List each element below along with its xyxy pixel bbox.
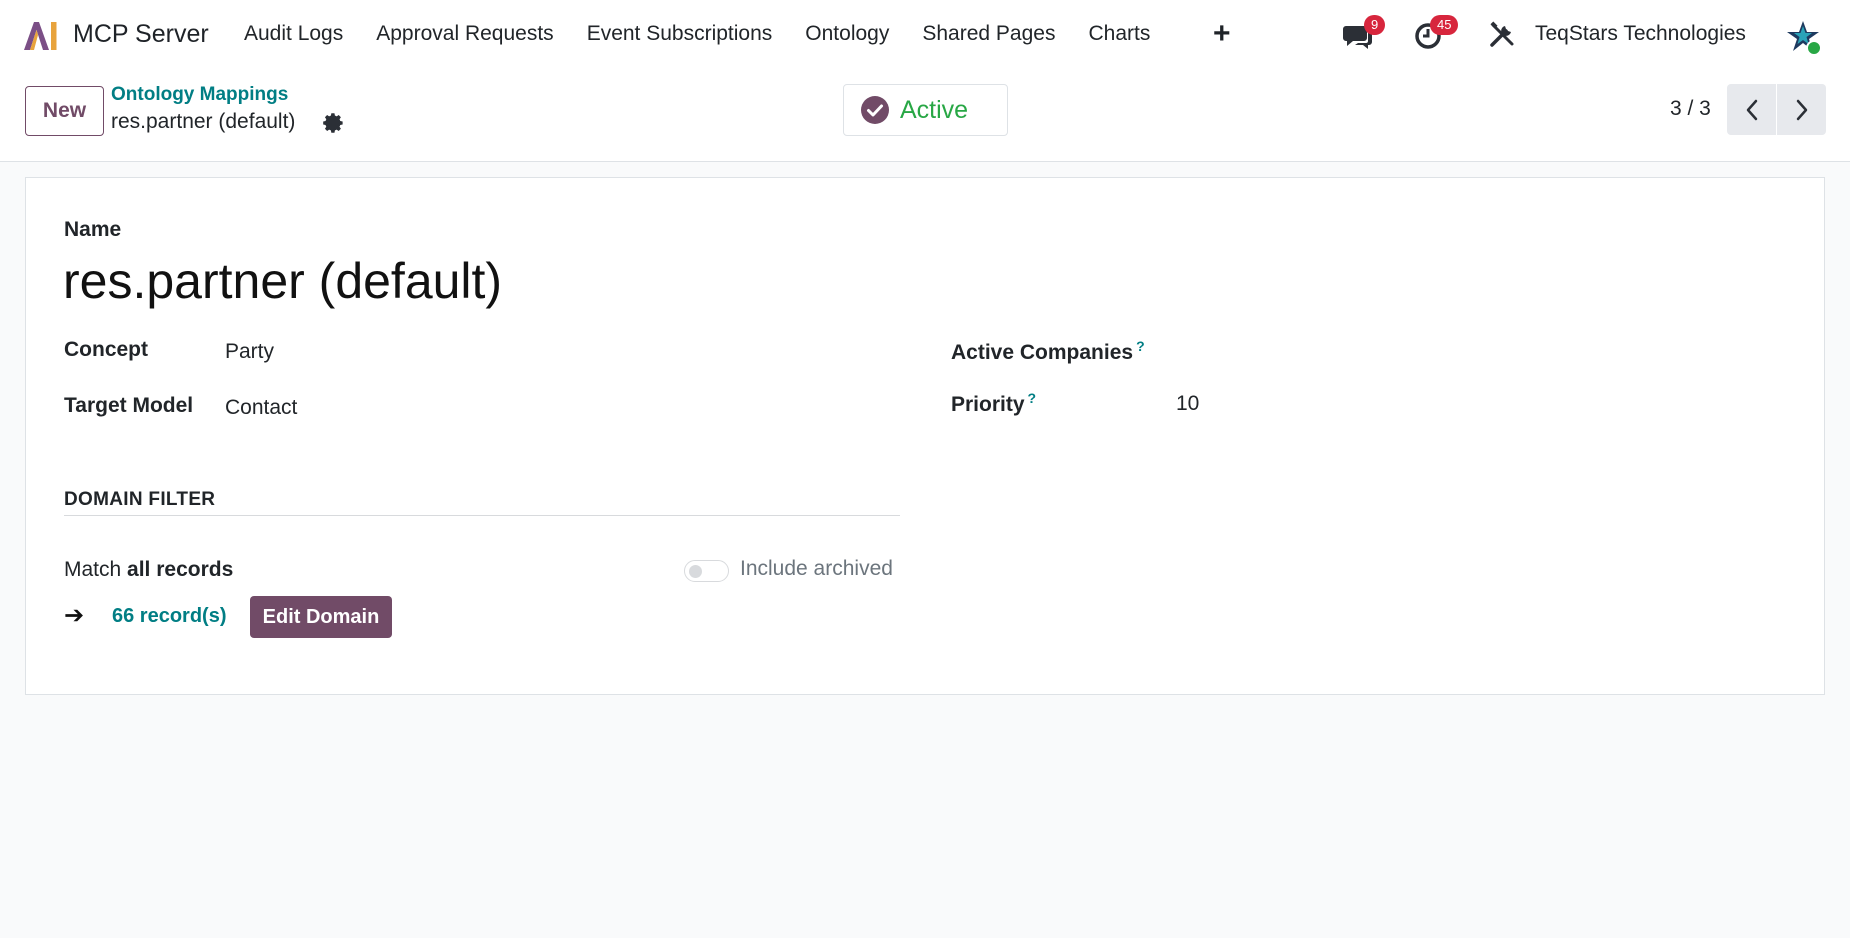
messages-count-badge: 9 <box>1364 15 1386 35</box>
chevron-left-icon <box>1746 99 1757 120</box>
breadcrumb-ontology-mappings[interactable]: Ontology Mappings <box>111 84 288 106</box>
user-avatar[interactable] <box>1784 18 1822 56</box>
tools-icon[interactable] <box>1488 21 1516 49</box>
include-archived-toggle[interactable] <box>684 560 729 582</box>
menu-item-approval-requests[interactable]: Approval Requests <box>376 22 553 46</box>
match-value: all records <box>127 558 234 581</box>
chevron-right-icon <box>1796 99 1807 120</box>
priority-label: Priority? <box>951 390 1036 417</box>
menu-item-ontology[interactable]: Ontology <box>805 22 889 46</box>
records-count-link[interactable]: 66 record(s) <box>112 605 227 628</box>
match-prefix: Match <box>64 558 122 581</box>
messages-button[interactable]: 9 <box>1342 15 1402 52</box>
menu-item-shared-pages[interactable]: Shared Pages <box>922 22 1055 46</box>
form-sheet: Name res.partner (default) Concept Party… <box>25 177 1825 695</box>
priority-label-text: Priority <box>951 393 1025 416</box>
include-archived-label[interactable]: Include archived <box>740 557 893 581</box>
pager-previous-button[interactable] <box>1727 84 1776 135</box>
menu-item-charts[interactable]: Charts <box>1088 22 1150 46</box>
target-model-label: Target Model <box>64 394 194 417</box>
activities-count-badge: 45 <box>1430 15 1459 35</box>
name-field[interactable]: res.partner (default) <box>63 252 502 310</box>
new-button[interactable]: New <box>25 86 104 136</box>
toggle-knob <box>689 565 702 578</box>
section-divider <box>64 515 900 516</box>
match-text: Match all records <box>64 558 233 582</box>
activities-button[interactable]: 45 <box>1414 15 1480 52</box>
concept-field[interactable]: Party <box>225 340 274 364</box>
domain-filter-title: DOMAIN FILTER <box>64 489 216 510</box>
app-name[interactable]: MCP Server <box>73 20 209 49</box>
priority-field[interactable]: 10 <box>1176 392 1199 416</box>
menu-item-event-subscriptions[interactable]: Event Subscriptions <box>587 22 773 46</box>
active-companies-label: Active Companies? <box>951 338 1145 365</box>
check-circle-icon <box>861 96 889 124</box>
top-navbar: MCP Server Audit Logs Approval Requests … <box>0 0 1850 70</box>
menu-item-audit-logs[interactable]: Audit Logs <box>244 22 343 46</box>
gear-icon[interactable] <box>322 112 344 134</box>
active-companies-help-icon[interactable]: ? <box>1136 338 1145 354</box>
active-status-button[interactable]: Active <box>843 84 1008 136</box>
priority-help-icon[interactable]: ? <box>1028 390 1037 406</box>
active-companies-label-text: Active Companies <box>951 341 1134 364</box>
name-label: Name <box>64 218 122 241</box>
plus-icon[interactable]: + <box>1213 18 1231 50</box>
breadcrumb-current-record: res.partner (default) <box>111 110 296 133</box>
pager-next-button[interactable] <box>1777 84 1826 135</box>
arrow-right-icon: ➔ <box>64 602 85 629</box>
status-label: Active <box>900 95 969 124</box>
concept-label: Concept <box>64 338 148 361</box>
pager-value[interactable]: 3 / 3 <box>1670 97 1711 121</box>
company-switcher[interactable]: TeqStars Technologies <box>1535 22 1746 46</box>
app-logo-icon[interactable] <box>22 20 58 52</box>
target-model-field[interactable]: Contact <box>225 396 297 420</box>
main-menu: Audit Logs Approval Requests Event Subsc… <box>244 22 1183 46</box>
control-panel: New Ontology Mappings res.partner (defau… <box>0 70 1850 162</box>
edit-domain-button[interactable]: Edit Domain <box>250 596 392 638</box>
